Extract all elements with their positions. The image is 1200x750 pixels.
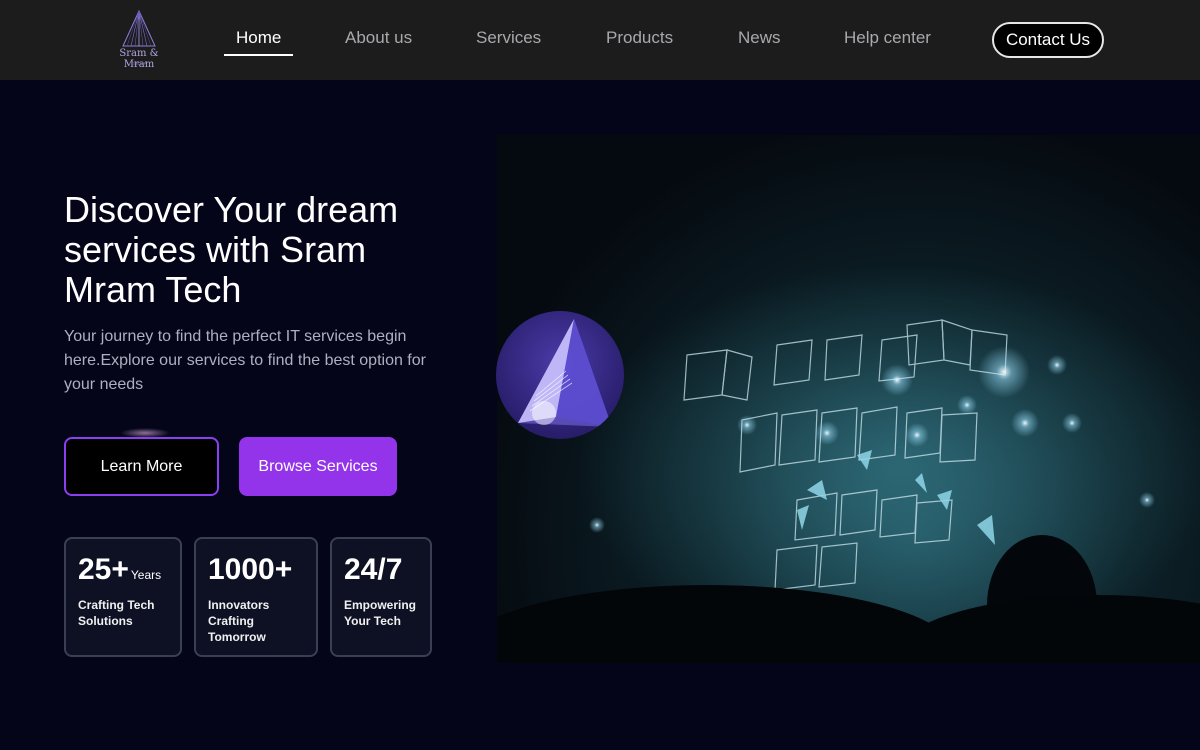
- nav-about-us[interactable]: About us: [345, 28, 412, 58]
- stat-card-support: 24/7 Empowering Your Tech: [330, 537, 432, 657]
- hero-description: Your journey to find the perfect IT serv…: [64, 328, 426, 393]
- nav-news[interactable]: News: [738, 28, 781, 58]
- logo-subtext: GROUP: [131, 61, 147, 66]
- contact-us-button[interactable]: Contact Us: [992, 22, 1104, 58]
- stat-number: 1000+: [208, 553, 293, 586]
- logo-text: Sram & Mram: [119, 48, 159, 70]
- header: Sram & Mram GROUP Home About us Services…: [0, 0, 1200, 80]
- stat-value: 1000+: [208, 553, 292, 587]
- browse-services-button[interactable]: Browse Services: [239, 437, 397, 496]
- learn-more-button[interactable]: Learn More: [64, 437, 219, 496]
- hero-title: Discover Your dream services with Sram M…: [64, 189, 399, 310]
- stat-number: 25+: [78, 553, 129, 586]
- stat-value: 25+ Years: [78, 553, 161, 587]
- crystal-pyramid-icon: [518, 319, 612, 427]
- stat-label: Empowering Your Tech: [344, 598, 417, 628]
- nav-help-center[interactable]: Help center: [844, 28, 931, 58]
- nav-services[interactable]: Services: [476, 28, 541, 58]
- stat-label: Crafting Tech Solutions: [78, 598, 155, 628]
- stat-value: 24/7: [344, 553, 402, 587]
- stat-card-innovators: 1000+ Innovators Crafting Tomorrow: [194, 537, 318, 657]
- crystal-pyramid-badge: [496, 311, 624, 439]
- stat-label: Innovators Crafting Tomorrow: [208, 598, 270, 644]
- pyramid-logo-icon: [122, 10, 156, 47]
- nav-active-indicator: [224, 54, 293, 56]
- stat-card-years: 25+ Years Crafting Tech Solutions: [64, 537, 182, 657]
- logo[interactable]: Sram & Mram GROUP: [104, 10, 174, 70]
- stat-number: 24/7: [344, 553, 403, 586]
- nav-products[interactable]: Products: [606, 28, 673, 58]
- stat-unit: Years: [130, 568, 162, 582]
